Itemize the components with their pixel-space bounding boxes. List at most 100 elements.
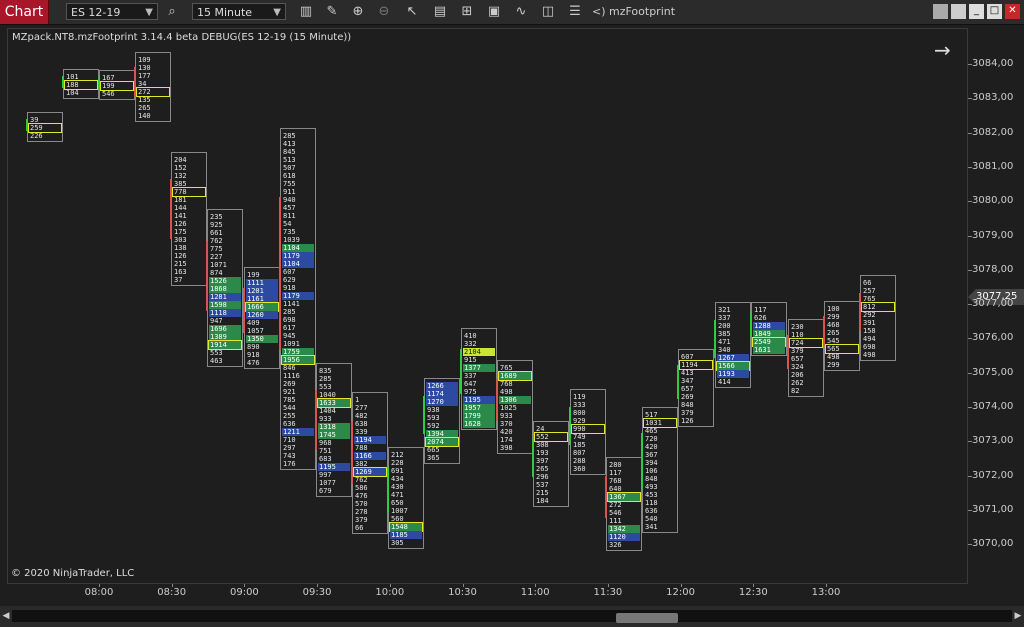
footprint-cell: 1039 bbox=[283, 236, 300, 244]
footprint-bar[interactable]: 235 925 661 762 775 227 1071 874 1526 1868 1281 159… bbox=[206, 209, 243, 367]
tile-icon[interactable] bbox=[933, 4, 948, 19]
footprint-cell: 1566 bbox=[716, 361, 750, 371]
footprint-cell: 1759 bbox=[282, 348, 314, 356]
minimize-icon[interactable]: _ bbox=[969, 4, 984, 19]
candle-body bbox=[859, 292, 861, 331]
footprint-cell: 37 bbox=[174, 276, 183, 284]
footprint-cell: 265 bbox=[138, 104, 151, 112]
footprint-cell: 498 bbox=[827, 353, 840, 361]
footprint-bar[interactable]: 24 552 308 193 397 265 296 537 215 184 bbox=[532, 421, 569, 507]
properties-icon[interactable]: ▤ bbox=[430, 2, 450, 22]
footprint-bar[interactable]: 607 1194 413 347 657 269 848 379 126 bbox=[677, 349, 714, 427]
footprint-bar[interactable]: 280 117 768 640 1367 272 546 111 1342 1120 326 bbox=[605, 457, 642, 551]
data-box-icon[interactable]: ▣ bbox=[484, 2, 504, 22]
footprint-bar[interactable]: 66 257 765 812 292 391 158 494 698 498 bbox=[859, 275, 896, 361]
footprint-bar[interactable]: 765 1689 768 498 1306 1025 933 370 420 174 398 bbox=[496, 360, 533, 454]
footprint-bar[interactable]: 212 228 691 434 430 471 650 1007 560 1548 1185 305 bbox=[387, 447, 424, 549]
footprint-bar[interactable]: 117 626 1288 1849 2549 1631 bbox=[750, 302, 787, 356]
footprint-cell: 1166 bbox=[354, 452, 386, 460]
footprint-bar[interactable]: 167 199 546 bbox=[98, 70, 135, 100]
candle-body bbox=[677, 365, 679, 400]
footprint-cell: 800 bbox=[573, 409, 586, 417]
template-icon[interactable]: ⊞ bbox=[457, 2, 477, 22]
footprint-cell: 185 bbox=[573, 441, 586, 449]
zoom-in-icon[interactable]: ⊕ bbox=[348, 2, 368, 22]
candle-body bbox=[134, 66, 136, 98]
chart-tab[interactable]: Chart bbox=[0, 0, 49, 24]
footprint-cell: 1031 bbox=[643, 418, 677, 428]
scroll-right-icon[interactable]: ▶ bbox=[1013, 610, 1023, 622]
footprint-cell: 39 bbox=[30, 116, 39, 124]
footprint-cell: 184 bbox=[536, 497, 549, 505]
interval-select[interactable]: 15 Minute ▼ bbox=[192, 3, 286, 20]
footprint-bar[interactable]: 39 259 226 bbox=[26, 112, 63, 142]
footprint-cell: 193 bbox=[536, 449, 549, 457]
footprint-cell: 921 bbox=[283, 388, 296, 396]
instrument-select[interactable]: ES 12-19 ▼ bbox=[66, 3, 158, 20]
time-tick-label: 09:30 bbox=[302, 587, 332, 598]
footprint-cell: 176 bbox=[283, 460, 296, 468]
footprint-bar[interactable]: 1266 1174 1270 938 593 592 1394 2074 665 365 bbox=[423, 378, 460, 464]
footprint-cell: 1040 bbox=[319, 391, 336, 399]
draw-icon[interactable]: ✎ bbox=[322, 2, 342, 22]
footprint-cell: 1195 bbox=[318, 463, 350, 471]
footprint-cell: 1342 bbox=[608, 525, 640, 533]
footprint-cell: 617 bbox=[283, 324, 296, 332]
chevron-down-icon: ▼ bbox=[273, 7, 281, 18]
maximize-icon[interactable]: □ bbox=[987, 4, 1002, 19]
footprint-cell: 553 bbox=[210, 349, 223, 357]
alerts-icon[interactable]: ◫ bbox=[538, 2, 558, 22]
footprint-bar[interactable]: 517 1031 465 720 420 367 394 106 848 493 453 118 636… bbox=[641, 407, 678, 533]
footprint-cell: 34 bbox=[138, 80, 147, 88]
horizontal-scrollbar[interactable]: ◀ ▶ bbox=[0, 606, 1024, 627]
price-tick-label: 3071,00 bbox=[972, 503, 1014, 515]
footprint-cell: 592 bbox=[427, 422, 440, 430]
footprint-cell: 365 bbox=[427, 454, 440, 462]
candle-body bbox=[315, 390, 317, 450]
search-icon[interactable]: ⌕ bbox=[162, 2, 182, 22]
footprint-cell: 811 bbox=[283, 212, 296, 220]
footprint-cell: 1091 bbox=[283, 340, 300, 348]
scroll-left-icon[interactable]: ◀ bbox=[1, 610, 11, 622]
pointer-icon[interactable]: ↖ bbox=[402, 2, 422, 22]
arrow-right-icon[interactable]: → bbox=[934, 38, 951, 62]
footprint-bar[interactable]: 109 130 177 34 272 135 265 140 bbox=[134, 52, 171, 122]
footprint-cell: 109 bbox=[138, 56, 151, 64]
indicator-label[interactable]: <) mzFootprint bbox=[592, 0, 675, 24]
candle-body bbox=[460, 349, 462, 394]
list-icon[interactable]: ☰ bbox=[565, 2, 585, 22]
footprint-cell: 513 bbox=[283, 156, 296, 164]
footprint-bar[interactable]: 1 277 482 638 339 1194 788 1166 382 1269 762 586 476… bbox=[351, 392, 388, 534]
bar-style-icon[interactable]: ▥ bbox=[296, 2, 316, 22]
scroll-track[interactable] bbox=[12, 610, 1012, 623]
footprint-bar[interactable]: 119 333 800 929 990 749 185 807 288 360 bbox=[569, 389, 606, 475]
footprint-cell: 1185 bbox=[390, 531, 422, 539]
footprint-cell: 607 bbox=[283, 268, 296, 276]
footprint-cell: 1104 bbox=[282, 260, 314, 268]
footprint-bar[interactable]: 101 188 104 bbox=[62, 69, 99, 99]
footprint-cell: 1077 bbox=[319, 479, 336, 487]
zoom-out-icon[interactable]: ⊖ bbox=[374, 2, 394, 22]
time-axis[interactable]: 08:00 08:30 09:00 09:30 10:00 10:30 11:00 11:30… bbox=[7, 584, 968, 604]
tile-icon[interactable] bbox=[951, 4, 966, 19]
footprint-bar[interactable]: 410 332 2104 915 1377 337 647 975 1195 1957 1799 16… bbox=[460, 328, 497, 430]
footprint-cell: 1306 bbox=[499, 396, 531, 404]
strategies-icon[interactable]: ∿ bbox=[511, 2, 531, 22]
footprint-cell: 636 bbox=[645, 507, 658, 515]
scroll-thumb[interactable] bbox=[616, 613, 678, 623]
footprint-bar[interactable]: 199 1111 1201 1161 1666 1260 409 1057 1350 890 918… bbox=[243, 267, 280, 369]
chart-plot-area[interactable]: MZpack.NT8.mzFootprint 3.14.4 beta DEBUG… bbox=[7, 28, 968, 584]
footprint-cell: 409 bbox=[247, 319, 260, 327]
close-icon[interactable]: ✕ bbox=[1005, 4, 1020, 19]
footprint-cell: 586 bbox=[355, 484, 368, 492]
footprint-bar[interactable]: 230 110 724 379 657 324 206 262 82 bbox=[787, 319, 824, 397]
price-axis[interactable]: 3077,25 3084,00 3083,00 3082,00 3081,00 3080… bbox=[968, 28, 1024, 584]
footprint-bar[interactable]: 204 152 132 385 778 181 144 141 126 175 303 138 126 2… bbox=[170, 152, 207, 286]
footprint-bar[interactable]: 285 413 845 513 507 618 755 911 940 457 811 54 735 10… bbox=[279, 128, 316, 470]
footprint-bar[interactable]: 321 337 200 385 471 340 1267 1566 1193 414 bbox=[714, 302, 751, 388]
footprint-cell: 848 bbox=[681, 401, 694, 409]
footprint-bar[interactable]: 835 285 553 1040 1633 1404 933 1318 1745 968 751 68… bbox=[315, 363, 352, 497]
footprint-cell: 1174 bbox=[426, 390, 458, 398]
footprint-cell: 382 bbox=[355, 460, 368, 468]
footprint-bar[interactable]: 100 299 468 265 545 565 498 299 bbox=[823, 301, 860, 371]
